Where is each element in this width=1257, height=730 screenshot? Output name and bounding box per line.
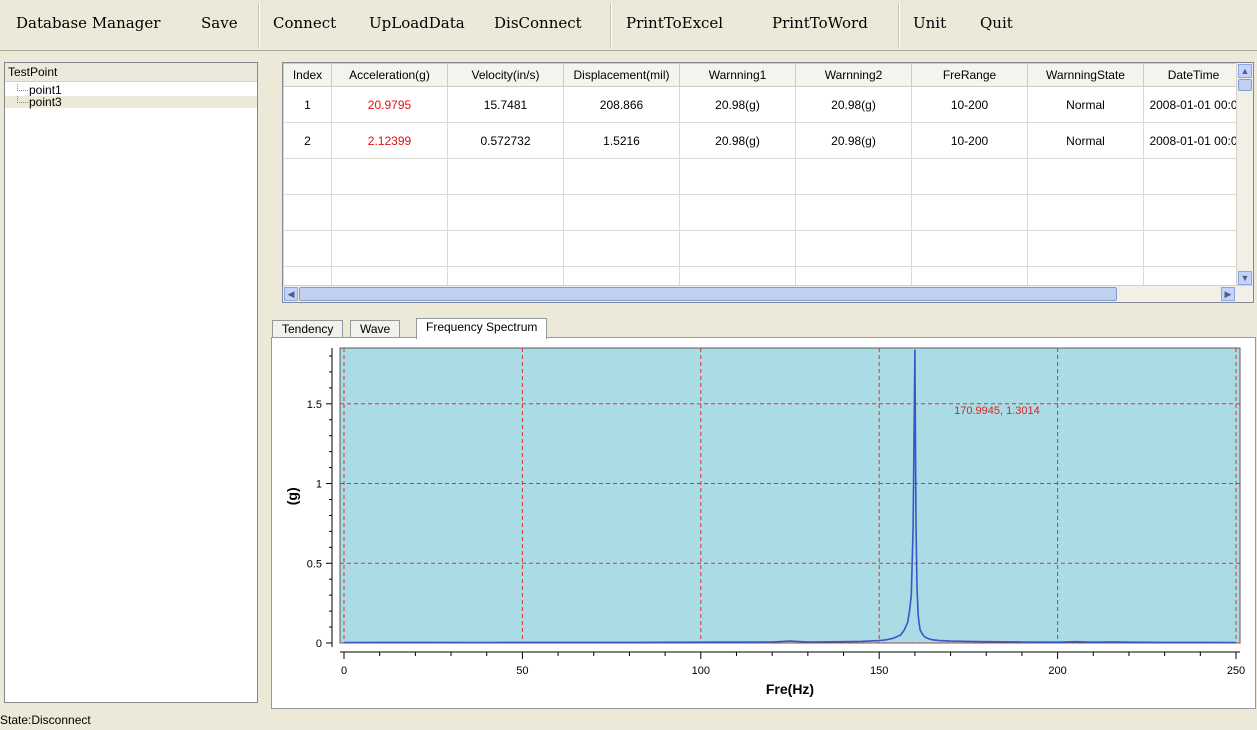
plot-area (339, 347, 1241, 644)
table-cell: 2008-01-01 00:0 (1143, 86, 1244, 123)
table-cell: 20.98(g) (679, 122, 796, 159)
scroll-right-icon[interactable]: ▶ (1221, 287, 1235, 301)
print-to-excel-button[interactable]: PrintToExcel (626, 14, 723, 32)
horizontal-scrollbar[interactable]: ◀ ▶ (283, 285, 1253, 302)
column-header-index[interactable]: Index (283, 63, 332, 87)
toolbar-separator (258, 3, 260, 47)
table-cell: 1.5216 (563, 122, 680, 159)
peak-annotation-label: 170.9945, 1.3014 (954, 405, 1040, 417)
toolbar-separator (898, 3, 900, 47)
table-row[interactable]: 1 20.9795 15.7481 208.866 20.98(g) 20.98… (283, 86, 1244, 123)
x-tick-label: 150 (870, 665, 888, 677)
x-axis-label: Fre(Hz) (766, 681, 814, 697)
test-point-tree[interactable]: TestPoint point1 point3 (4, 62, 258, 703)
y-tick-label: 1 (316, 479, 322, 491)
disconnect-button[interactable]: DisConnect (494, 14, 582, 32)
y-axis-label: (g) (284, 487, 300, 505)
tab-frequency-spectrum[interactable]: Frequency Spectrum (416, 318, 548, 339)
table-header-row: Index Acceleration(g) Velocity(in/s) Dis… (283, 63, 1244, 87)
table-cell: 20.98(g) (795, 122, 912, 159)
table-cell: 20.98(g) (679, 86, 796, 123)
table-cell: 10-200 (911, 122, 1028, 159)
x-tick-label: 250 (1227, 665, 1245, 677)
tree-item-point3[interactable]: point3 (5, 96, 257, 108)
column-header-acceleration[interactable]: Acceleration(g) (331, 63, 448, 87)
table-cell: 2 (283, 122, 332, 159)
x-tick-label: 0 (341, 665, 347, 677)
table-cell: 2008-01-01 00:0 (1143, 122, 1244, 159)
table-cell: 10-200 (911, 86, 1028, 123)
data-grid[interactable]: Index Acceleration(g) Velocity(in/s) Dis… (282, 62, 1254, 303)
column-header-warnning1[interactable]: Warnning1 (679, 63, 796, 87)
scroll-up-icon[interactable]: ▲ (1238, 64, 1252, 78)
table-row-empty[interactable] (283, 158, 1244, 195)
column-header-warnning2[interactable]: Warnning2 (795, 63, 912, 87)
table-cell: 2.12399 (331, 122, 448, 159)
scroll-down-icon[interactable]: ▼ (1238, 271, 1252, 285)
x-tick-label: 100 (692, 665, 710, 677)
column-header-velocity[interactable]: Velocity(in/s) (447, 63, 564, 87)
tab-tendency[interactable]: Tendency (272, 320, 344, 338)
save-button[interactable]: Save (201, 14, 238, 32)
y-tick-label: 0 (316, 638, 322, 650)
column-header-warnning-state[interactable]: WarnningState (1027, 63, 1144, 87)
column-header-datetime[interactable]: DateTime (1143, 63, 1244, 87)
unit-button[interactable]: Unit (913, 14, 946, 32)
table-cell: 20.9795 (331, 86, 448, 123)
vertical-scroll-thumb[interactable] (1238, 79, 1252, 91)
table-row-empty[interactable] (283, 230, 1244, 267)
column-header-displacement[interactable]: Displacement(mil) (563, 63, 680, 87)
vertical-scrollbar[interactable]: ▲ ▼ (1236, 63, 1253, 287)
scroll-left-icon[interactable]: ◀ (284, 287, 298, 301)
table-cell: Normal (1027, 86, 1144, 123)
tab-wave[interactable]: Wave (350, 320, 401, 338)
table-cell: 0.572732 (447, 122, 564, 159)
chart-panel: 0 0.5 1 1.5 0 50 100 150 200 250 Fre(Hz) (g) 170.994… (271, 337, 1256, 709)
toolbar: Database Manager Save Connect UpLoadData… (0, 0, 1257, 51)
table-cell: 1 (283, 86, 332, 123)
quit-button[interactable]: Quit (980, 14, 1013, 32)
table-row-empty[interactable] (283, 194, 1244, 231)
upload-data-button[interactable]: UpLoadData (369, 14, 465, 32)
column-header-frerange[interactable]: FreRange (911, 63, 1028, 87)
table-cell: 208.866 (563, 86, 680, 123)
frequency-spectrum-chart[interactable]: 0 0.5 1 1.5 0 50 100 150 200 250 Fre(Hz) (g) 170.994… (272, 338, 1255, 708)
table-cell: 15.7481 (447, 86, 564, 123)
tree-connector-icon (17, 84, 28, 91)
tree-item-label: point3 (29, 95, 62, 109)
y-tick-label: 0.5 (307, 558, 322, 570)
status-bar-text: State:Disconnect (0, 713, 91, 727)
tree-header[interactable]: TestPoint (5, 63, 257, 82)
toolbar-separator (610, 3, 612, 47)
table-cell: Normal (1027, 122, 1144, 159)
data-table: Index Acceleration(g) Velocity(in/s) Dis… (283, 63, 1244, 302)
y-tick-label: 1.5 (307, 399, 322, 411)
database-manager-button[interactable]: Database Manager (16, 14, 160, 32)
x-tick-label: 50 (516, 665, 528, 677)
horizontal-scroll-thumb[interactable] (299, 287, 1117, 301)
print-to-word-button[interactable]: PrintToWord (772, 14, 868, 32)
table-row[interactable]: 2 2.12399 0.572732 1.5216 20.98(g) 20.98… (283, 122, 1244, 159)
connect-button[interactable]: Connect (273, 14, 336, 32)
x-tick-label: 200 (1048, 665, 1066, 677)
tree-connector-icon (17, 96, 28, 103)
table-cell: 20.98(g) (795, 86, 912, 123)
